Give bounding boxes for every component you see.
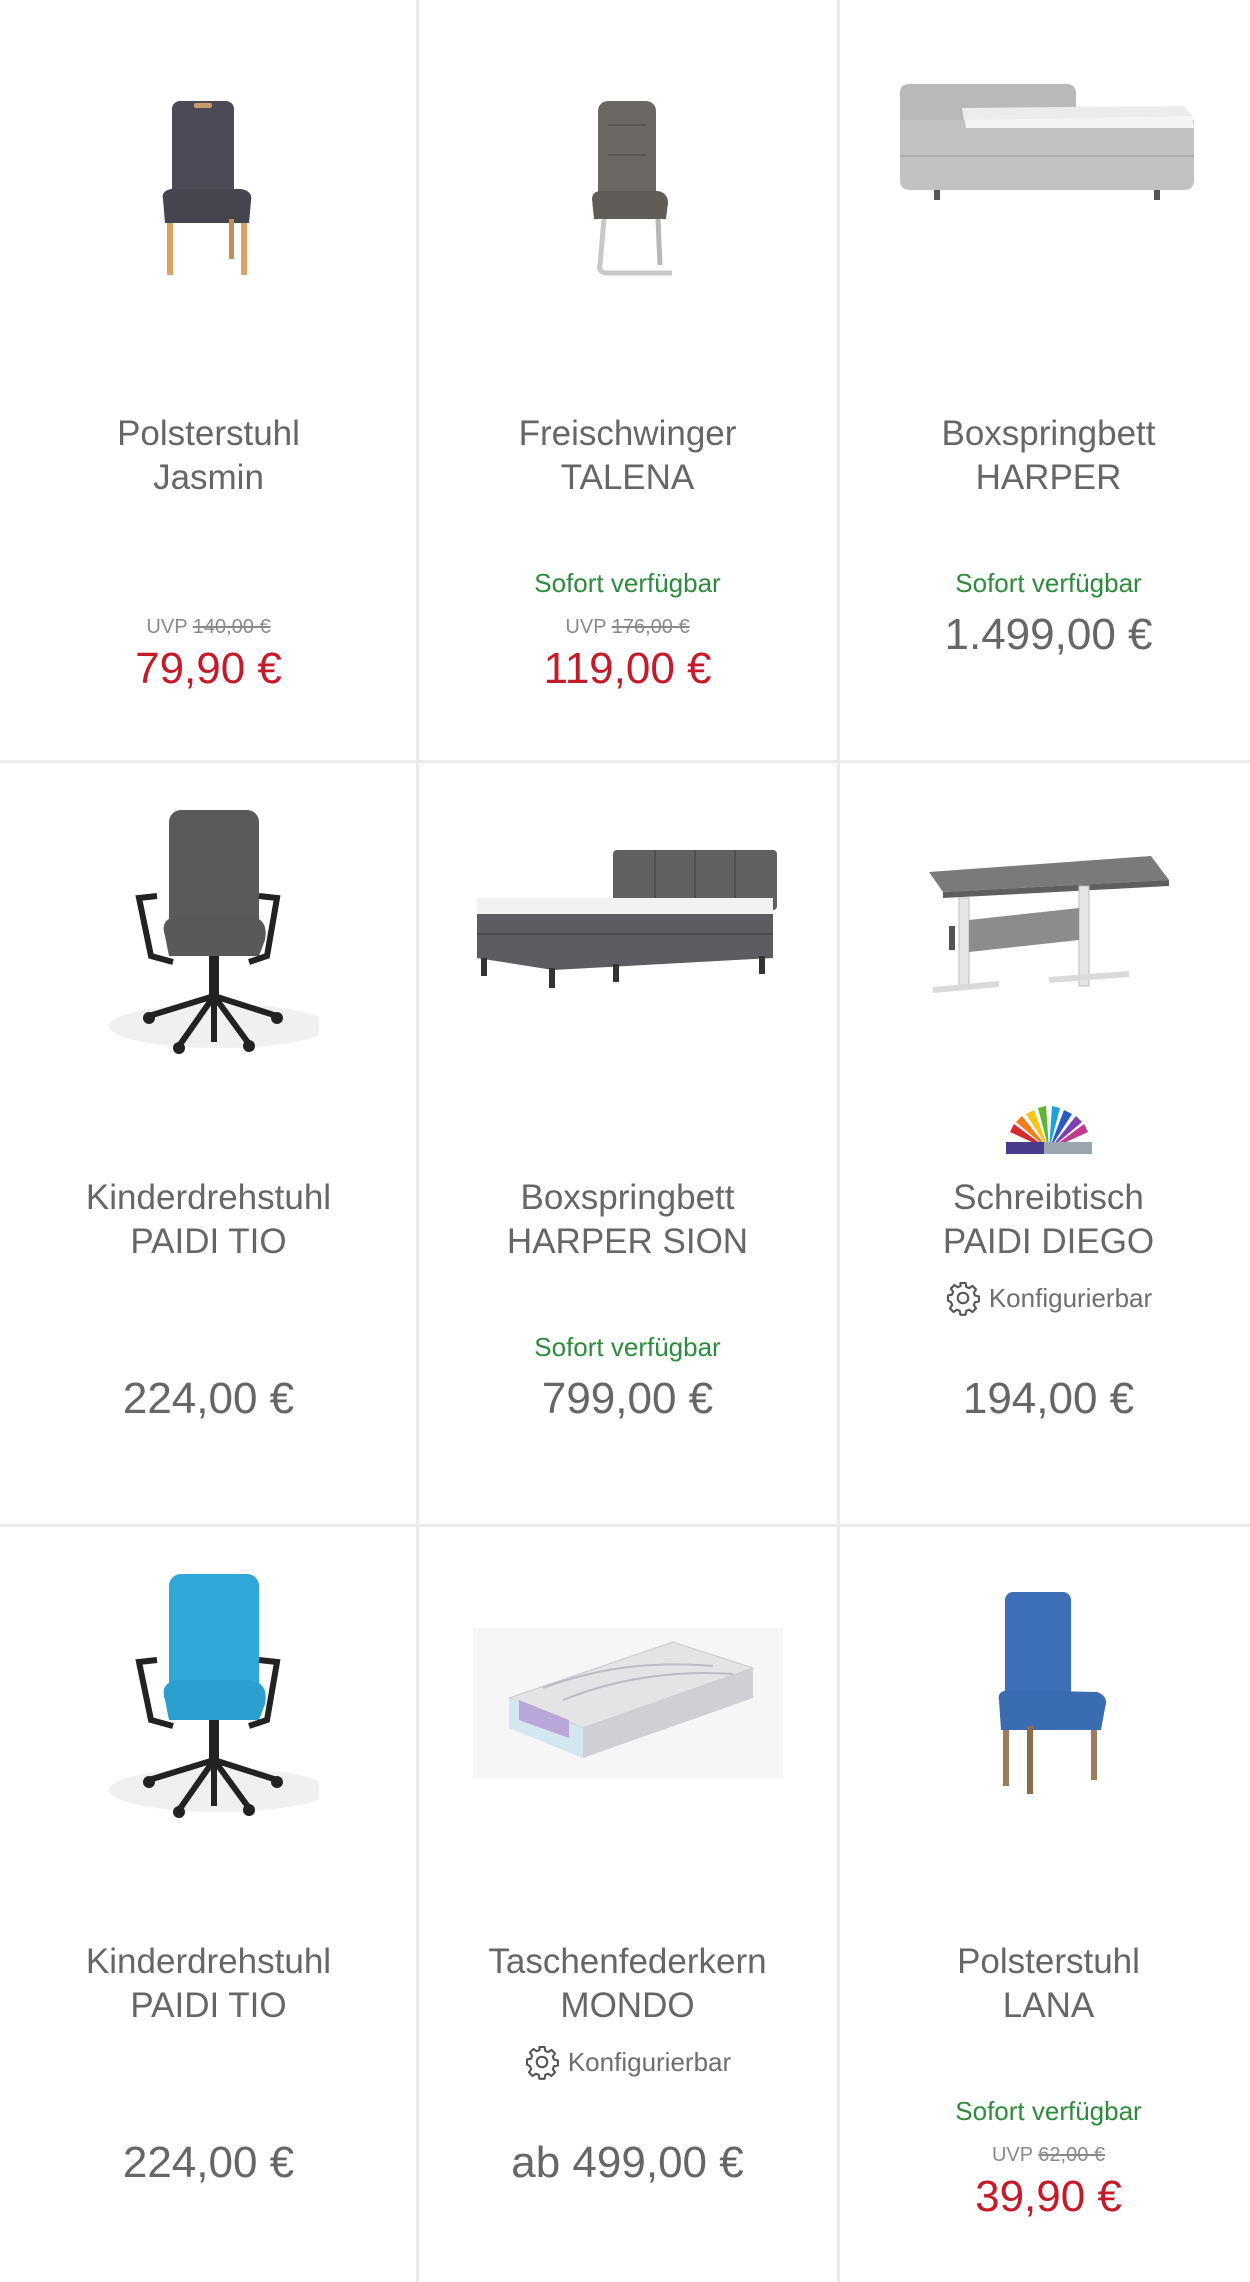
product-card[interactable]: Polsterstuhl LANA Sofort verfügbar UVP 6… bbox=[840, 1528, 1250, 2282]
price: 224,00 € bbox=[122, 2138, 295, 2187]
product-title[interactable]: Kinderdrehstuhl PAIDI TIO bbox=[10, 1176, 407, 1264]
product-card[interactable]: Boxspringbett HARPER Sofort verfügbar 1.… bbox=[840, 0, 1250, 764]
uvp-price: UVP 176,00 € bbox=[565, 616, 690, 638]
boxspring-bed-dark-icon bbox=[476, 850, 777, 988]
color-palette-icon bbox=[1005, 1106, 1092, 1154]
product-image[interactable] bbox=[419, 764, 836, 1154]
configurable-label[interactable]: Konfigurierbar bbox=[419, 2044, 836, 2080]
office-chair-blue-icon bbox=[108, 1574, 319, 1818]
price: 1.499,00 € bbox=[944, 610, 1153, 659]
sale-price: 39,90 € bbox=[975, 2172, 1122, 2221]
product-title[interactable]: Freischwinger TALENA bbox=[429, 412, 826, 500]
product-title[interactable]: Boxspringbett HARPER SION bbox=[429, 1176, 826, 1264]
availability-label: Sofort verfügbar bbox=[534, 568, 721, 598]
product-card[interactable]: Taschenfederkern MONDO Konfigurierbar ab… bbox=[419, 1528, 836, 2282]
gear-icon bbox=[525, 2045, 559, 2080]
product-image[interactable] bbox=[840, 0, 1250, 390]
product-card[interactable]: Freischwinger TALENA Sofort verfügbar UV… bbox=[419, 0, 836, 764]
uvp-price: UVP 140,00 € bbox=[146, 616, 271, 638]
sale-price: 119,00 € bbox=[543, 644, 712, 693]
product-title[interactable]: Polsterstuhl LANA bbox=[850, 1940, 1247, 2028]
product-title[interactable]: Taschenfederkern MONDO bbox=[429, 1940, 826, 2028]
sale-price: 79,90 € bbox=[135, 644, 282, 693]
product-image[interactable] bbox=[840, 764, 1250, 1154]
product-image[interactable] bbox=[0, 764, 417, 1154]
price: 194,00 € bbox=[962, 1374, 1135, 1423]
price: 224,00 € bbox=[122, 1374, 295, 1423]
product-card[interactable]: Polsterstuhl Jasmin UVP 140,00 € 79,90 € bbox=[0, 0, 417, 764]
product-title[interactable]: Kinderdrehstuhl PAIDI TIO bbox=[10, 1940, 407, 2028]
product-image[interactable] bbox=[0, 0, 417, 390]
office-chair-grey-icon bbox=[108, 810, 319, 1054]
product-card[interactable]: Schreibtisch PAIDI DIEGO Konfigurierbar … bbox=[840, 764, 1250, 1528]
product-title[interactable]: Schreibtisch PAIDI DIEGO bbox=[850, 1176, 1247, 1264]
mattress-icon bbox=[472, 1628, 783, 1778]
product-card[interactable]: Kinderdrehstuhl PAIDI TIO 224,00 € bbox=[0, 764, 417, 1528]
cantilever-chair-icon bbox=[591, 101, 672, 276]
desk-icon bbox=[928, 856, 1169, 993]
availability-label: Sofort verfügbar bbox=[955, 568, 1142, 598]
product-image[interactable] bbox=[419, 0, 836, 390]
price: 799,00 € bbox=[541, 1374, 714, 1423]
price: ab 499,00 € bbox=[511, 2138, 744, 2187]
product-image[interactable] bbox=[840, 1528, 1250, 1918]
upholstered-chair-icon bbox=[162, 101, 251, 275]
upholstered-chair-blue-icon bbox=[998, 1592, 1106, 1794]
availability-label: Sofort verfügbar bbox=[955, 2096, 1142, 2126]
product-image[interactable] bbox=[0, 1528, 417, 1918]
product-image[interactable] bbox=[419, 1528, 836, 1918]
configurable-label[interactable]: Konfigurierbar bbox=[840, 1280, 1250, 1316]
gear-icon bbox=[946, 1281, 980, 1316]
product-card[interactable]: Boxspringbett HARPER SION Sofort verfügb… bbox=[419, 764, 836, 1528]
product-card[interactable]: Kinderdrehstuhl PAIDI TIO 224,00 € bbox=[0, 1528, 417, 2282]
product-title[interactable]: Polsterstuhl Jasmin bbox=[10, 412, 407, 500]
availability-label: Sofort verfügbar bbox=[534, 1332, 721, 1362]
product-title[interactable]: Boxspringbett HARPER bbox=[850, 412, 1247, 500]
boxspring-bed-icon bbox=[899, 84, 1194, 200]
uvp-price: UVP 62,00 € bbox=[991, 2144, 1106, 2166]
product-grid: Polsterstuhl Jasmin UVP 140,00 € 79,90 €… bbox=[0, 0, 1250, 2282]
